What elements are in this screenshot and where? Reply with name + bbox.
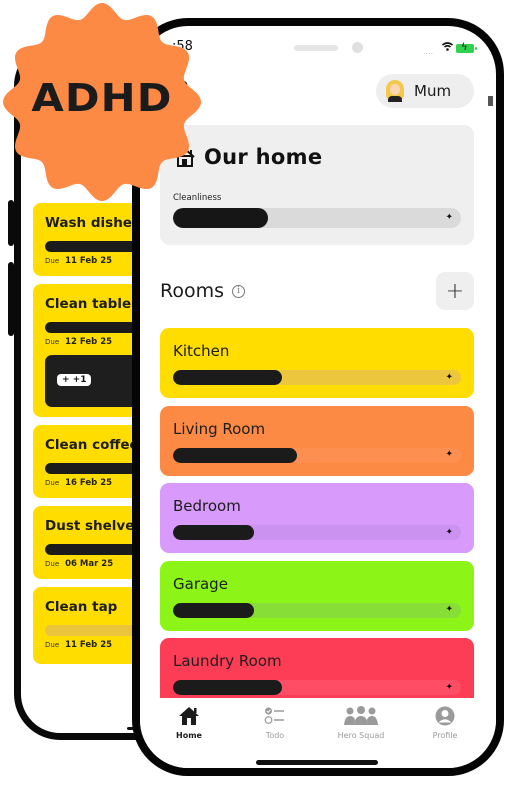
room-name: Kitchen xyxy=(173,342,230,360)
wifi-icon xyxy=(442,42,453,51)
tab-label: Todo xyxy=(265,731,285,740)
due-date: 12 Feb 25 xyxy=(65,337,113,347)
home-title-text: Our home xyxy=(204,145,323,169)
sparkle-icon: ✦ xyxy=(445,527,453,537)
tab-label: Profile xyxy=(432,731,458,740)
room-progress-bar: ✦ xyxy=(173,525,461,540)
dynamic-island-speaker xyxy=(294,45,338,51)
home-indicator xyxy=(256,760,378,765)
room-progress-fill xyxy=(173,525,254,540)
room-card-kitchen[interactable]: Kitchen ✦ xyxy=(160,328,474,398)
signal-icon: .... xyxy=(423,47,434,56)
tab-label: Hero Squad xyxy=(337,731,385,740)
tab-label: Home xyxy=(176,731,202,740)
room-progress-fill xyxy=(173,370,283,385)
home-summary-card[interactable]: Our home Cleanliness ✦ xyxy=(160,125,474,245)
rooms-title: Rooms xyxy=(160,280,225,302)
due-date: 16 Feb 25 xyxy=(65,478,113,488)
profile-icon xyxy=(435,706,455,726)
due-label: Due xyxy=(45,641,60,649)
room-progress-bar: ✦ xyxy=(173,447,461,463)
room-progress-fill xyxy=(173,602,254,618)
sparkle-icon: ✦ xyxy=(445,449,453,460)
room-progress-bar: ✦ xyxy=(173,370,461,385)
room-name: Bedroom xyxy=(173,497,241,515)
room-name: Living Room xyxy=(173,419,266,438)
badge-text: ADHD xyxy=(31,76,173,120)
room-card-living-room[interactable]: Living Room ✦ xyxy=(160,405,474,476)
battery-icon: ϟ xyxy=(456,42,477,53)
due-label: Due xyxy=(45,257,60,265)
due-date: 11 Feb 25 xyxy=(65,256,113,266)
rooms-list: Kitchen ✦ Living Room ✦ Bedroom ✦ Garage… xyxy=(160,328,474,716)
cleanliness-fill xyxy=(173,208,269,228)
tab-home[interactable]: Home xyxy=(149,706,229,740)
cleanliness-bar: ✦ xyxy=(173,208,461,228)
due-label: Due xyxy=(45,338,60,346)
tab-todo[interactable]: Todo xyxy=(235,706,315,740)
due-date: 11 Feb 25 xyxy=(65,640,113,650)
room-progress-bar: ✦ xyxy=(173,602,461,618)
sparkle-icon: ✦ xyxy=(445,604,453,615)
reward-chip[interactable]: + +1 xyxy=(57,374,92,386)
group-icon xyxy=(344,706,378,725)
room-card-bedroom[interactable]: Bedroom ✦ xyxy=(160,483,474,553)
room-progress-bar: ✦ xyxy=(173,680,461,695)
add-room-button[interactable]: + xyxy=(436,272,474,310)
due-label: Due xyxy=(45,560,60,568)
sparkle-icon: ✦ xyxy=(445,372,453,382)
avatar-icon xyxy=(386,80,404,102)
room-progress-fill xyxy=(173,447,297,463)
room-progress-fill xyxy=(173,680,283,695)
room-name: Garage xyxy=(173,574,228,593)
room-card-garage[interactable]: Garage ✦ xyxy=(160,560,474,631)
task-progress-fill xyxy=(45,241,142,252)
profile-name: Mum xyxy=(414,82,452,100)
sparkle-icon: ✦ xyxy=(445,682,453,692)
info-icon[interactable]: i xyxy=(232,284,246,298)
rooms-header: Rooms i xyxy=(160,280,246,302)
side-button-mark xyxy=(488,96,493,106)
todo-icon xyxy=(264,707,284,724)
profile-switcher-button[interactable]: Mum xyxy=(376,74,474,108)
dynamic-island-camera xyxy=(352,42,363,53)
sparkle-icon: ✦ xyxy=(445,212,453,223)
home-icon xyxy=(179,707,199,725)
tab-hero-squad[interactable]: Hero Squad xyxy=(321,706,401,740)
due-date: 06 Mar 25 xyxy=(65,559,114,569)
charging-bolt-icon: ϟ xyxy=(461,42,468,53)
tab-profile[interactable]: Profile xyxy=(405,706,485,740)
room-name: Laundry Room xyxy=(173,652,282,670)
due-label: Due xyxy=(45,479,60,487)
